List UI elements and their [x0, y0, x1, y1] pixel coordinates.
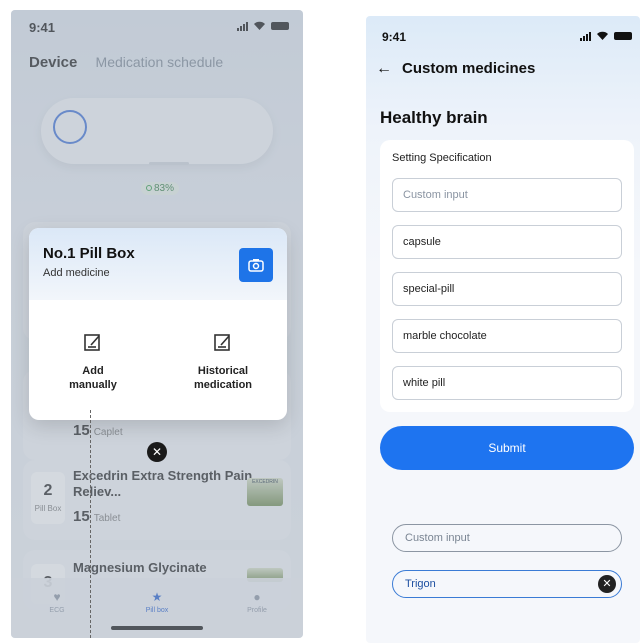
spec-option[interactable]: capsule — [392, 225, 622, 259]
back-arrow-icon[interactable]: ← — [376, 60, 392, 77]
edit-icon — [84, 334, 100, 351]
spec-label: Setting Specification — [392, 152, 492, 164]
add-medicine-modal: No.1 Pill Box Add medicine Add manually … — [29, 228, 287, 420]
canvas: 9:41 Device Medication schedule 83% 15 Ca… — [0, 0, 640, 643]
submit-button[interactable]: Submit — [380, 426, 634, 470]
add-manually-option[interactable]: Add manually — [33, 332, 153, 392]
dashed-guide-line — [90, 410, 91, 638]
close-icon: ✕ — [602, 578, 612, 590]
clear-input-button[interactable]: ✕ — [598, 575, 616, 593]
specification-card: Setting Specification Custom input capsu… — [380, 140, 634, 412]
close-modal-button[interactable]: ✕ — [147, 442, 167, 462]
custom-input-field[interactable]: Custom input — [392, 524, 622, 552]
typed-input-field[interactable]: Trigon ✕ — [392, 570, 622, 598]
left-phone-screen: 9:41 Device Medication schedule 83% 15 Ca… — [11, 10, 303, 638]
status-bar: 9:41 — [382, 30, 632, 48]
page-title: Healthy brain — [380, 108, 488, 127]
wifi-icon — [597, 31, 608, 40]
right-phone-screen: 9:41 ← Custom medicines Healthy brain Set… — [366, 16, 640, 643]
spec-custom-input[interactable]: Custom input — [392, 178, 622, 212]
modal-subtitle: Add medicine — [43, 267, 110, 279]
spec-option[interactable]: white pill — [392, 366, 622, 400]
historical-medication-option[interactable]: Historical medication — [163, 332, 283, 392]
modal-title: No.1 Pill Box — [43, 245, 135, 262]
battery-icon — [614, 32, 632, 40]
edit-icon — [214, 334, 230, 351]
system-icons — [580, 31, 632, 41]
spec-option[interactable]: special-pill — [392, 272, 622, 306]
status-time: 9:41 — [382, 30, 407, 44]
signal-icon — [580, 31, 591, 41]
camera-icon — [248, 259, 264, 272]
close-icon: ✕ — [151, 445, 163, 459]
camera-button[interactable] — [239, 248, 273, 282]
nav-header: ← Custom medicines — [376, 60, 535, 78]
header-title: Custom medicines — [402, 60, 536, 77]
spec-option[interactable]: marble chocolate — [392, 319, 622, 353]
typed-value: Trigon — [405, 578, 436, 590]
